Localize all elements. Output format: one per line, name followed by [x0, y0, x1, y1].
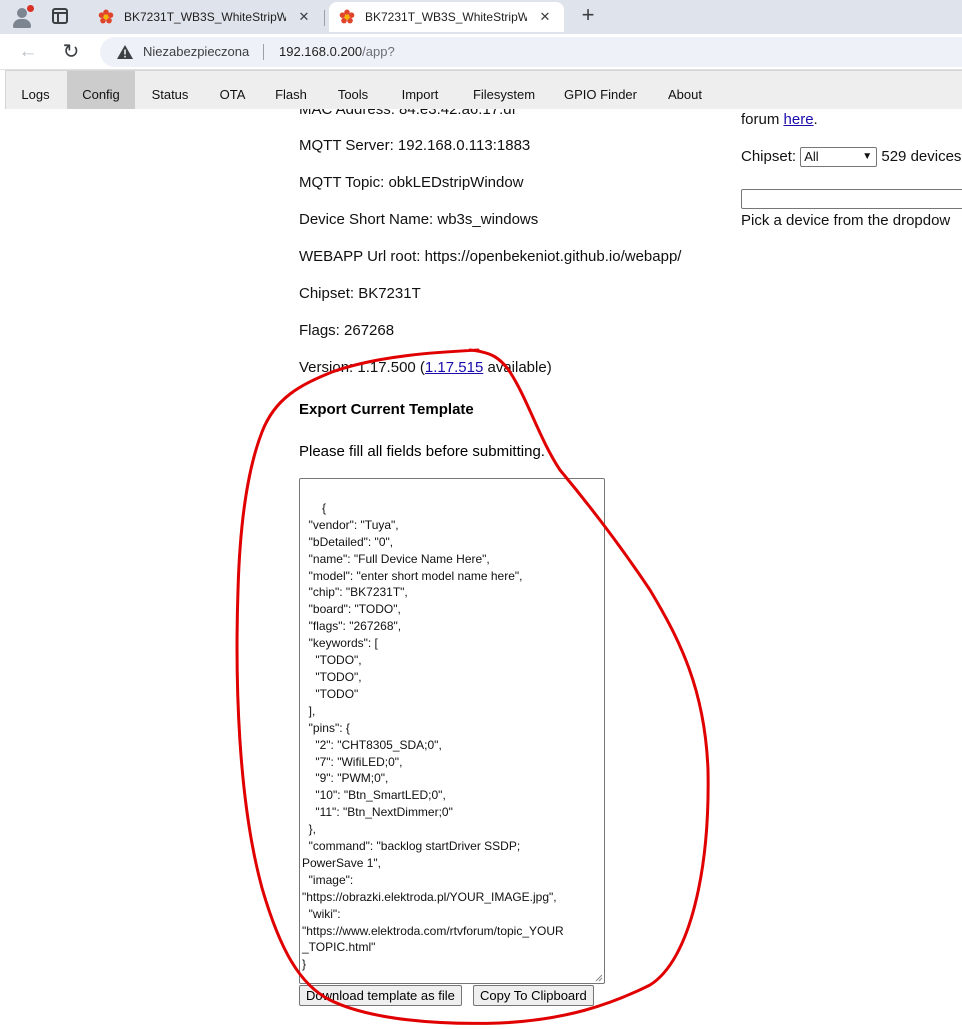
menu-item-import[interactable]: Import [391, 71, 449, 109]
tab-title: BK7231T_WB3S_WhiteStripWindo [365, 10, 527, 24]
template-json-text: { "vendor": "Tuya", "bDetailed": "0", "n… [302, 500, 564, 972]
chevron-down-icon: ▼ [862, 151, 873, 162]
menu-item-ota[interactable]: OTA [209, 71, 256, 109]
menu-item-status[interactable]: Status [140, 71, 200, 109]
security-label[interactable]: Niezabezpieczona [143, 44, 249, 59]
reload-icon[interactable]: ↻ [59, 40, 83, 64]
template-json-textarea[interactable]: { "vendor": "Tuya", "bDetailed": "0", "n… [299, 478, 605, 984]
menu-item-filesystem[interactable]: Filesystem [465, 71, 543, 109]
new-tab-plus-icon[interactable]: + [577, 4, 599, 27]
mac-address-text: MAC Address: 84:e3:42:a6:17:df [299, 109, 516, 118]
chipset-text: Chipset: BK7231T [299, 285, 421, 302]
tab-actions-icon[interactable] [52, 8, 68, 24]
flower-favicon-icon [98, 9, 114, 24]
fill-fields-hint: Please fill all fields before submitting… [299, 443, 545, 460]
chipset-select[interactable]: All ▼ [800, 147, 878, 167]
webapp-url-root-text: WEBAPP Url root: https://openbekeniot.gi… [299, 248, 682, 265]
close-tab-icon[interactable]: ✕ [295, 8, 313, 26]
menu-item-gpio-finder[interactable]: GPIO Finder [558, 71, 643, 109]
chipset-filter-label: Chipset: [741, 147, 797, 165]
url-host: 192.168.0.200 [279, 44, 363, 59]
new-version-link[interactable]: 1.17.515 [425, 359, 483, 376]
device-short-name-text: Device Short Name: wb3s_windows [299, 211, 539, 228]
config-content: MAC Address: 84:e3:42:a6:17:df MQTT Serv… [0, 109, 962, 1029]
warning-triangle-icon[interactable] [117, 45, 133, 59]
browser-tab-2[interactable]: BK7231T_WB3S_WhiteStripWindo ✕ [329, 2, 564, 32]
forum-prefix: forum [741, 111, 784, 128]
omnibox-divider [263, 44, 264, 60]
device-count-text: 529 devices [881, 147, 962, 165]
menu-item-config[interactable]: Config [67, 71, 135, 109]
tab-separator [324, 10, 325, 26]
mqtt-topic-text: MQTT Topic: obkLEDstripWindow [299, 174, 524, 191]
pick-device-hint: Pick a device from the dropdow [741, 212, 951, 229]
resize-grip-icon[interactable] [595, 974, 603, 982]
close-tab-icon[interactable]: ✕ [536, 8, 554, 26]
menu-item-flash[interactable]: Flash [266, 71, 316, 109]
forum-note: forum here. [741, 111, 818, 128]
menu-item-logs[interactable]: Logs [6, 71, 65, 109]
browser-tabstrip: BK7231T_WB3S_WhiteStripWindo ✕ BK7231T_W… [0, 0, 962, 34]
chipset-select-value: All [804, 149, 819, 164]
copy-to-clipboard-button[interactable]: Copy To Clipboard [473, 985, 594, 1006]
forum-here-link[interactable]: here [784, 111, 814, 128]
url-path: /app? [362, 44, 395, 59]
forum-suffix: . [813, 111, 818, 128]
version-text: Version: 1.17.500 (1.17.515 available) [299, 359, 552, 376]
menu-item-about[interactable]: About [658, 71, 712, 109]
top-menu-bar: Logs Config Status OTA Flash Tools Impor… [5, 70, 962, 109]
address-bar[interactable]: Niezabezpieczona 192.168.0.200/app? [100, 37, 962, 67]
page-viewport: Logs Config Status OTA Flash Tools Impor… [0, 70, 962, 1029]
download-template-button[interactable]: Download template as file [299, 985, 462, 1006]
device-search-input[interactable] [741, 189, 962, 209]
tab-title: BK7231T_WB3S_WhiteStripWindo [124, 10, 286, 24]
version-suffix: available) [483, 359, 552, 376]
flags-text: Flags: 267268 [299, 322, 395, 339]
profile-avatar-icon[interactable] [10, 5, 34, 29]
browser-tab-1[interactable]: BK7231T_WB3S_WhiteStripWindo ✕ [88, 2, 323, 32]
export-template-heading: Export Current Template [299, 401, 474, 418]
chipset-filter-row: Chipset: All ▼ 529 devices [741, 147, 961, 167]
flower-favicon-icon [339, 9, 355, 24]
version-prefix: Version: 1.17.500 ( [299, 359, 425, 376]
menu-item-tools[interactable]: Tools [328, 71, 378, 109]
url-text[interactable]: 192.168.0.200/app? [279, 44, 395, 59]
mqtt-server-text: MQTT Server: 192.168.0.113:1883 [299, 137, 531, 154]
browser-toolbar: ← ↻ Niezabezpieczona 192.168.0.200/app? [0, 34, 962, 70]
back-arrow-icon[interactable]: ← [16, 40, 40, 64]
